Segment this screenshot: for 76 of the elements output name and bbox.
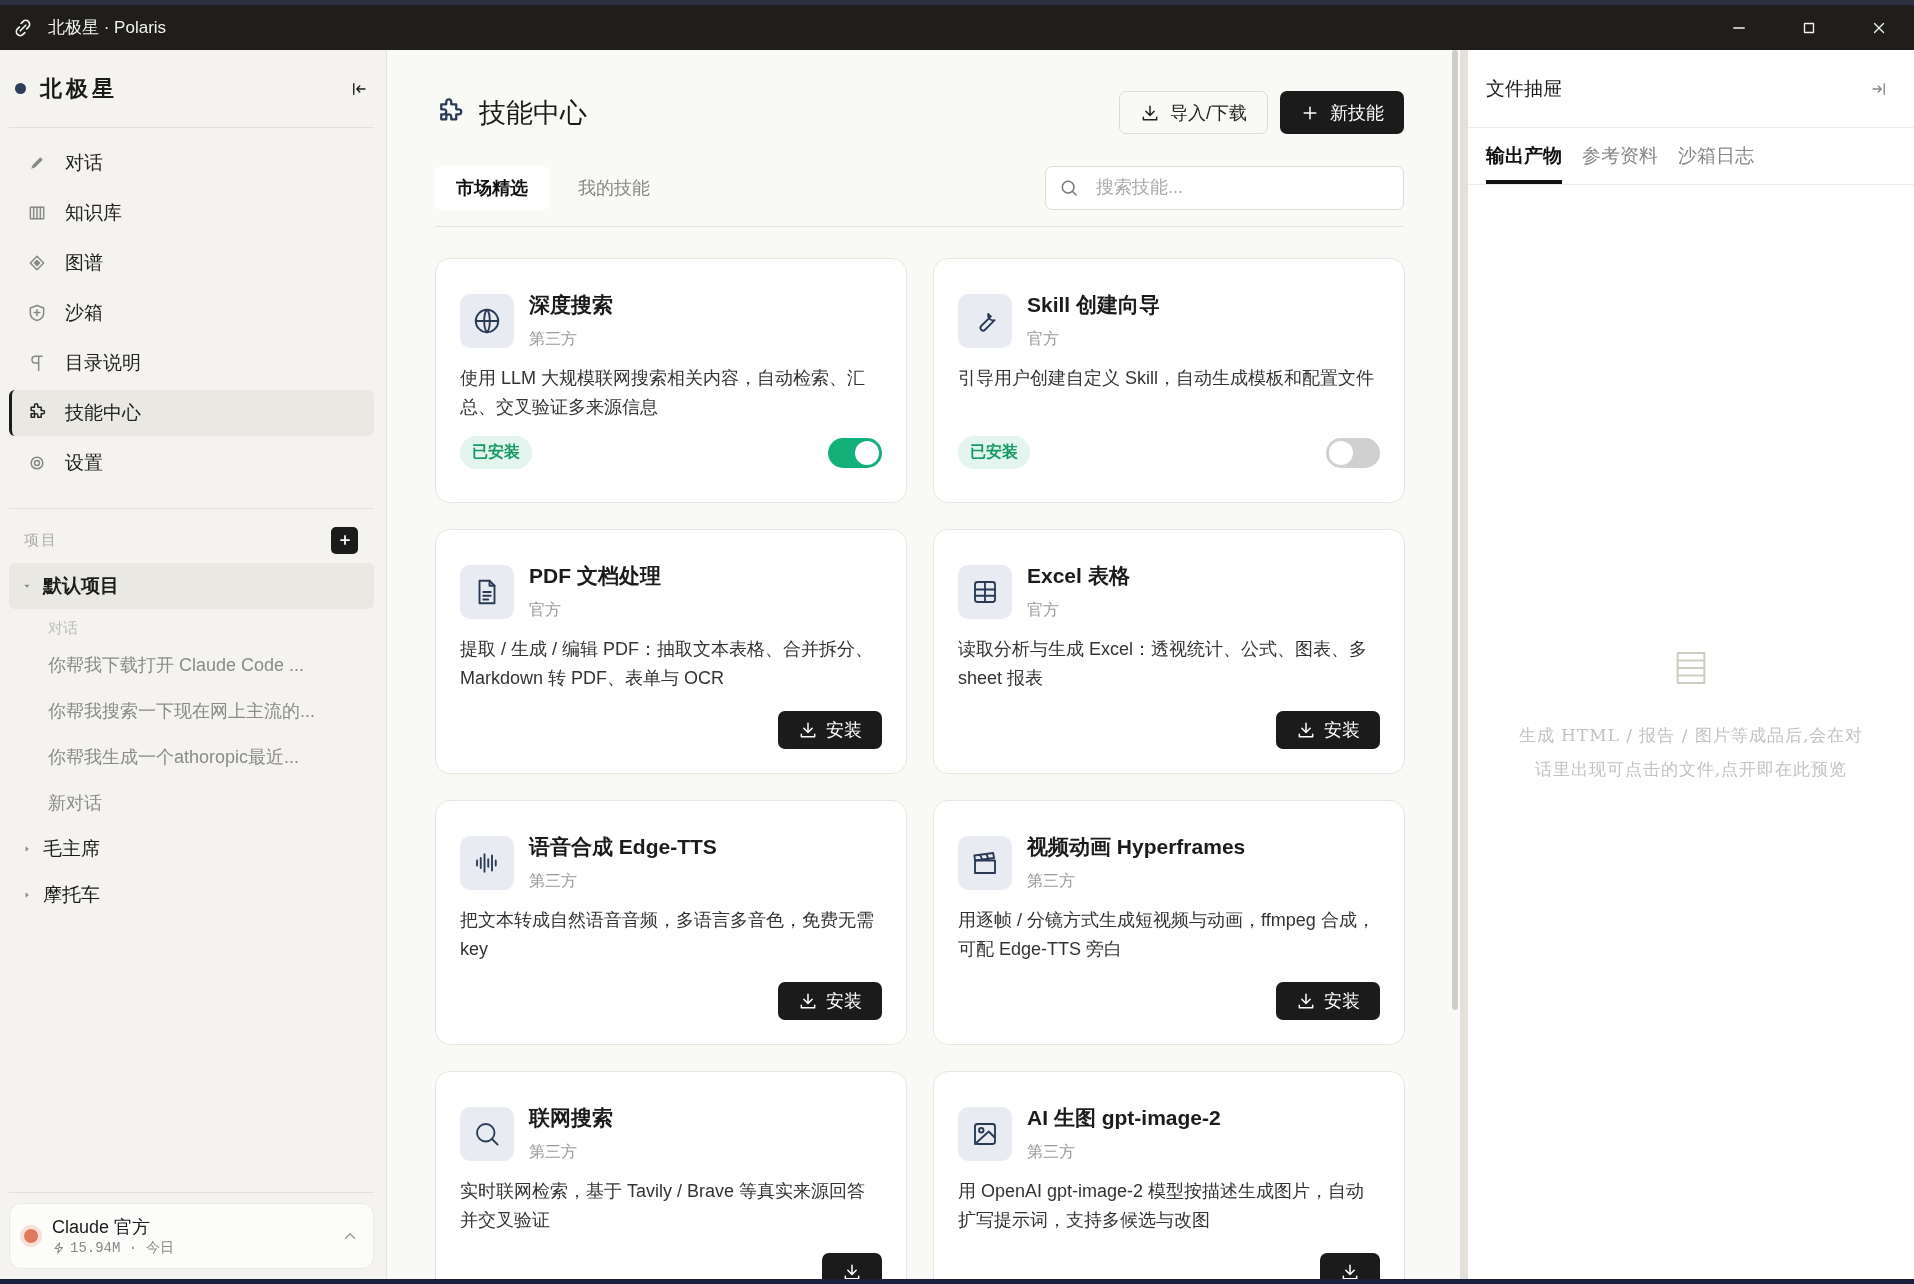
skill-description: 读取分析与生成 Excel：透视统计、公式、图表、多 sheet 报表: [958, 638, 1369, 690]
skill-description: 使用 LLM 大规模联网搜索相关内容，自动检索、汇总、交叉验证多来源信息: [460, 367, 867, 419]
shield-icon: [27, 303, 47, 323]
diamond-icon: [27, 253, 47, 273]
skill-description: 把文本转成自然语音音频，多语言多音色，免费无需 key: [460, 909, 875, 961]
search-field[interactable]: 搜索技能...: [1045, 165, 1404, 210]
install-button[interactable]: 安装: [1276, 982, 1380, 1020]
install-button[interactable]: 安装: [1276, 711, 1380, 749]
download-icon: [798, 720, 818, 740]
installed-badge: 已安装: [460, 436, 532, 469]
skill-description: 用 OpenAI gpt-image-2 模型按描述生成图片，自动扩写提示词，支持多候选与改图: [958, 1180, 1366, 1232]
columns-icon: [27, 203, 47, 223]
toggle-switch[interactable]: [1326, 437, 1380, 468]
nav-item[interactable]: 技能中心: [9, 390, 374, 436]
add-project-button[interactable]: [331, 526, 358, 554]
skill-description: 引导用户创建自定义 Skill，自动生成模板和配置文件: [958, 367, 1375, 390]
tab[interactable]: 输出产物: [1486, 128, 1562, 184]
project-item[interactable]: 默认项目: [9, 563, 374, 609]
skill-title: 视频动画 Hyperframes: [1027, 834, 1246, 860]
globe-icon: [472, 306, 502, 336]
skill-source: 官方: [1027, 600, 1060, 620]
skill-source: 第三方: [1027, 871, 1076, 891]
install-button[interactable]: 安装: [778, 982, 882, 1020]
import-button[interactable]: 导入/下载: [1119, 91, 1268, 134]
lightning-icon: [52, 1241, 66, 1255]
nav-item[interactable]: 知识库: [9, 190, 374, 236]
tab[interactable]: 沙箱日志: [1678, 128, 1754, 184]
skill-source: 第三方: [529, 1142, 578, 1162]
project-item[interactable]: 毛主席: [9, 826, 374, 872]
caret-icon: [23, 845, 31, 853]
window-title: 北极星 · Polaris: [48, 17, 168, 39]
panel-title: 文件抽屉: [1486, 75, 1562, 101]
skill-description: 用逐帧 / 分镜方式生成短视频与动画，ffmpeg 合成，可配 Edge-TTS 旁白: [958, 909, 1376, 961]
usage-text: 15.94M · 今日: [70, 1239, 174, 1257]
app-brand: 北极星: [40, 73, 119, 103]
account-card[interactable]: Claude 官方 15.94M · 今日: [9, 1203, 374, 1269]
skill-description: 实时联网检索，基于 Tavily / Brave 等真实来源回答并交叉验证: [460, 1180, 867, 1232]
page-title: 技能中心: [479, 95, 588, 130]
skill-title: Skill 创建向导: [1027, 292, 1161, 318]
skill-title: 语音合成 Edge-TTS: [529, 834, 717, 860]
tab[interactable]: 市场精选: [435, 165, 549, 210]
download-icon: [842, 1262, 862, 1279]
download-icon: [1340, 1262, 1360, 1279]
section-label: 项目: [24, 530, 58, 550]
project-item[interactable]: 摩托车: [9, 872, 374, 918]
toggle-switch[interactable]: [828, 437, 882, 468]
plus-icon: [337, 533, 352, 547]
nav-item[interactable]: 对话: [9, 140, 374, 186]
skill-title: AI 生图 gpt-image-2: [1027, 1105, 1221, 1131]
skill-source: 第三方: [1027, 1142, 1076, 1162]
install-button[interactable]: 安装: [778, 711, 882, 749]
installed-badge: 已安装: [958, 436, 1030, 469]
status-dot: [15, 83, 26, 94]
skill-source: 官方: [1027, 329, 1060, 349]
skill-title: Excel 表格: [1027, 563, 1130, 589]
nav-item[interactable]: 图谱: [9, 240, 374, 286]
skill-description: 提取 / 生成 / 编辑 PDF：抽取文本表格、合并拆分、Markdown 转 PDF、表单与 OCR: [460, 638, 874, 690]
tab[interactable]: 参考资料: [1582, 128, 1658, 184]
scrollbar-thumb[interactable]: [1452, 50, 1458, 1010]
skill-title: 联网搜索: [529, 1105, 613, 1131]
skill-title: 深度搜索: [529, 292, 613, 318]
nav-item[interactable]: 设置: [9, 440, 374, 486]
download-icon: [1296, 991, 1316, 1011]
skill-source: 官方: [529, 600, 562, 620]
empty-state-text: 生成 HTML / 报告 / 图片等成品后,会在对话里出现可点击的文件,点开即在此预览: [1518, 724, 1864, 781]
download-icon: [1296, 720, 1316, 740]
skill-source: 第三方: [529, 871, 578, 891]
nav-item[interactable]: 沙箱: [9, 290, 374, 336]
caret-icon: [23, 891, 31, 899]
nav-item[interactable]: 目录说明: [9, 340, 374, 386]
caret-icon: [23, 582, 31, 590]
account-name: Claude 官方: [52, 1216, 152, 1239]
skill-source: 第三方: [529, 329, 578, 349]
skill-title: PDF 文档处理: [529, 563, 661, 589]
download-icon: [798, 991, 818, 1011]
new-skill-button[interactable]: 新技能: [1280, 91, 1404, 134]
